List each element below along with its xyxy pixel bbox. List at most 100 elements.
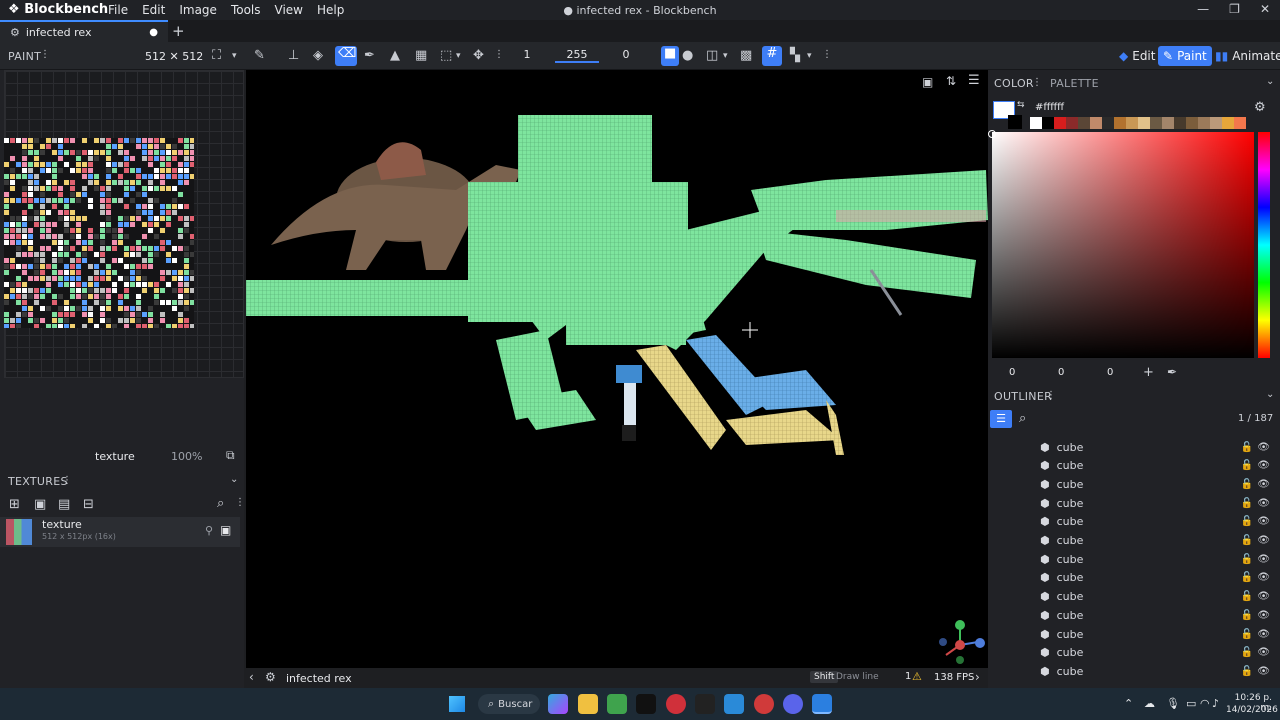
chevron-down-icon[interactable]: ▾ [232,51,237,61]
clock-date[interactable]: 14/02/2026 [1226,705,1278,715]
warning-count[interactable]: 1 [905,671,911,682]
lock-icon[interactable]: 🔓 [1241,554,1253,565]
file-explorer-icon[interactable] [578,694,598,714]
swap-colors-icon[interactable]: ⇆ [1017,100,1025,110]
lock-icon[interactable]: 🔓 [1241,610,1253,621]
copy-icon[interactable]: ⧉ [226,448,235,463]
opacity-field[interactable]: 255 [555,48,599,63]
outliner-item[interactable]: ⬢ cube 🔓 👁 [1040,625,1270,643]
chevron-down-icon[interactable]: ▾ [456,51,461,61]
uv-texture-preview[interactable] [4,138,194,328]
palette-swatch[interactable] [1054,117,1066,129]
photos-icon[interactable] [724,694,744,714]
square-brush-icon[interactable]: ■ [661,46,679,66]
menu-dots-icon[interactable]: ⋮ [494,49,504,60]
minimize-icon[interactable]: — [1197,2,1209,16]
lock-icon[interactable]: 🔓 [1241,460,1253,471]
fill-bucket-icon[interactable]: ◈ [313,48,323,63]
fullscreen-icon[interactable]: ⛶ [212,48,221,63]
tab-color[interactable]: COLOR [994,77,1034,90]
shape-icon[interactable]: ▲ [390,48,400,63]
color-channel-1[interactable]: 0 [1009,367,1015,378]
selection-icon[interactable]: ⬚ [440,48,452,63]
outliner-list-icon[interactable]: ☰ [990,410,1012,428]
lock-icon[interactable]: 🔓 [1241,498,1253,509]
lock-icon[interactable]: 🔓 [1241,591,1253,602]
palette-swatch[interactable] [1186,117,1198,129]
tiktok-icon[interactable] [636,694,656,714]
brush-icon[interactable]: ✎ [254,48,265,63]
outliner-item[interactable]: ⬢ cube 🔓 👁 [1040,532,1270,550]
gradient-icon[interactable]: ▦ [415,48,427,63]
hue-slider[interactable] [1258,132,1270,358]
lock-icon[interactable]: 🔓 [1241,629,1253,640]
folder-icon[interactable]: ▤ [58,497,70,512]
softness-field[interactable]: 0 [604,48,648,63]
menu-dots-icon[interactable]: ⋮ [1046,390,1056,401]
palette-swatch[interactable] [1198,117,1210,129]
unsaved-dot-icon[interactable]: ● [149,27,158,38]
link-icon[interactable]: ⚲ [205,524,213,537]
palette-swatch[interactable] [1102,117,1114,129]
palette-strip[interactable] [1030,117,1248,129]
taskbar-search[interactable]: ⌕ Buscar [478,694,540,714]
outliner-item[interactable]: ⬢ cube 🔓 👁 [1040,494,1270,512]
outliner-item[interactable]: ⬢ cube 🔓 👁 [1040,644,1270,662]
palette-swatch[interactable] [1162,117,1174,129]
outliner-item[interactable]: ⬢ cube 🔓 👁 [1040,513,1270,531]
image-icon[interactable]: ▣ [922,75,933,89]
mode-edit-button[interactable]: ◆ Edit [1114,48,1160,64]
palette-swatch[interactable] [1066,117,1078,129]
lock-icon[interactable]: 🔓 [1241,516,1253,527]
mirror-icon[interactable]: ◫ [706,48,718,63]
stamp-icon[interactable]: ⊥ [288,48,299,63]
eye-icon[interactable]: 👁 [1257,591,1270,602]
hamburger-menu-icon[interactable]: ☰ [968,73,980,88]
warning-icon[interactable]: ⚠ [912,670,922,683]
picker-handle[interactable] [988,130,996,138]
color-picker-icon[interactable]: ✒ [364,48,375,63]
grid-icon[interactable]: # [762,46,782,66]
axis-gizmo[interactable] [939,620,985,664]
chevron-down-icon[interactable]: ⌄ [230,474,238,485]
menu-dots-icon[interactable]: ⋮ [62,475,72,486]
eye-icon[interactable]: 👁 [1257,460,1270,471]
outliner-item[interactable]: ⬢ cube 🔓 👁 [1040,550,1270,568]
hex-input[interactable]: #ffffff [1035,102,1064,113]
eye-icon[interactable]: 👁 [1257,572,1270,583]
eye-icon[interactable]: 👁 [1257,610,1270,621]
chevron-down-icon[interactable]: ⌄ [1266,389,1274,400]
monitor-icon[interactable]: ▭ [1186,697,1196,710]
eraser-icon[interactable]: ⌫ [335,46,357,66]
outliner-item[interactable]: ⬢ cube 🔓 👁 [1040,606,1270,624]
lock-icon[interactable]: 🔓 [1241,442,1253,453]
secondary-color-swatch[interactable] [1008,115,1022,129]
palette-swatch[interactable] [1174,117,1186,129]
outliner-item[interactable]: ⬢ cube 🔓 👁 [1040,662,1270,680]
chevron-left-icon[interactable]: ‹ [249,670,254,684]
chevron-up-icon[interactable]: ⌃ [1124,697,1133,710]
capcut-icon[interactable] [695,694,715,714]
cloud-icon[interactable]: ☁ [1144,697,1155,710]
mode-paint-button[interactable]: ✎ Paint [1158,46,1212,66]
lock-icon[interactable]: 🔓 [1241,479,1253,490]
color-channel-2[interactable]: 0 [1058,367,1064,378]
palette-swatch[interactable] [1210,117,1222,129]
tab-palette[interactable]: PALETTE [1050,77,1099,90]
chevron-down-icon[interactable]: ⌄ [1266,76,1274,87]
search-icon[interactable]: ⌕ [1019,411,1026,426]
lock-icon[interactable]: 🔓 [1241,666,1253,677]
menu-dots-icon[interactable]: ⋮ [40,49,50,60]
mode-animate-button[interactable]: ▮▮ Animate [1210,48,1280,64]
chevron-down-icon[interactable]: ▾ [807,51,812,61]
3d-viewport[interactable]: ▣ ⇅ ☰ [246,70,988,668]
gear-icon[interactable]: ⚙ [1254,100,1266,115]
checker-icon[interactable]: ▩ [740,48,752,63]
maximize-icon[interactable]: ❐ [1229,2,1240,16]
eye-icon[interactable]: 👁 [1257,666,1270,677]
palette-swatch[interactable] [1234,117,1246,129]
eye-icon[interactable]: 👁 [1257,554,1270,565]
microphone-icon[interactable]: 🎙 [1166,697,1180,710]
create-texture-icon[interactable]: ▣ [34,497,46,512]
menu-dots-icon[interactable]: ⋮ [822,49,832,60]
